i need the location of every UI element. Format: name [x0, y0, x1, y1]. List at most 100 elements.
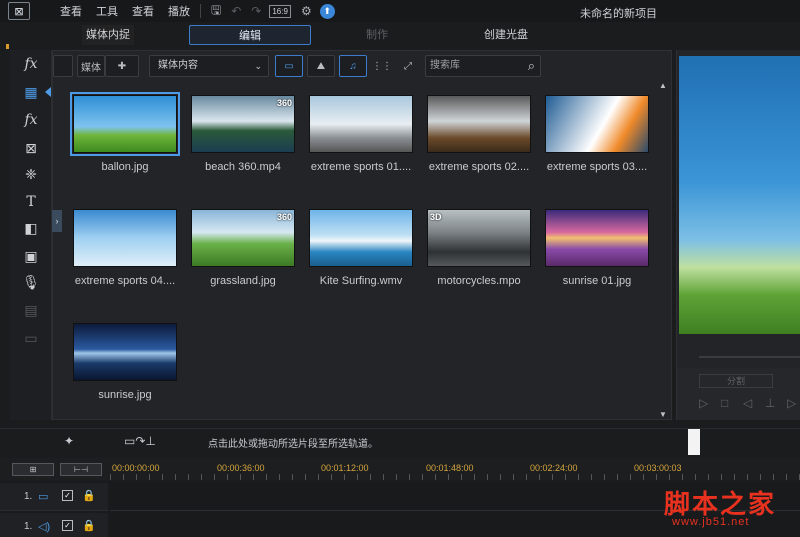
microphone-icon[interactable]: 🎙 [18, 272, 44, 292]
timecode-2: 00:01:12:00 [321, 463, 369, 473]
play-icon[interactable]: ▷ [699, 396, 708, 410]
pip-room-icon[interactable]: ⊠ [18, 138, 44, 158]
media-thumbnail[interactable] [73, 323, 177, 381]
media-item[interactable]: Kite Surfing.wmv [299, 201, 417, 301]
timecode-1: 00:00:36:00 [217, 463, 265, 473]
media-thumbnail[interactable]: 360 [191, 95, 295, 153]
media-item[interactable]: sunrise.jpg [63, 315, 181, 415]
media-thumbnail[interactable]: 360 [191, 209, 295, 267]
aspect-ratio-button[interactable]: 16:9 [269, 4, 291, 18]
media-thumbnail[interactable] [73, 209, 177, 267]
watermark-url: www.jb51.net [672, 516, 750, 528]
timeline-ruler[interactable]: ⊞ ⊢⊣ 00:00:00:00 00:00:36:00 00:01:12:00… [0, 458, 800, 480]
magic-tools-icon[interactable]: ✦ [64, 434, 74, 448]
menu-view-2[interactable]: 查看 [132, 3, 154, 19]
media-filter-button[interactable]: 媒体 [77, 55, 105, 77]
search-icon[interactable]: ⌕ [528, 56, 535, 76]
menu-tools[interactable]: 工具 [96, 3, 118, 19]
scroll-up-icon[interactable]: ▲ [659, 81, 667, 90]
media-thumbnail[interactable] [545, 209, 649, 267]
audio-mixing-icon[interactable]: ▣ [18, 246, 44, 266]
split-button[interactable]: 分割 [699, 374, 773, 388]
video-track-header[interactable]: 1. ▭ ✓ 🔒 [0, 483, 108, 511]
media-label: Kite Surfing.wmv [319, 275, 403, 287]
upgrade-icon[interactable]: ⬆ [319, 3, 335, 19]
library-scrollbar[interactable]: ▲ ▼ [659, 81, 667, 419]
media-library: 媒体 ✚ 媒体内容 ⌄ ▭ ⛰ ♫ ⋮⋮ ⤢ 搜索库 ⌕ ballon.jpg 3… [52, 50, 672, 420]
gear-icon[interactable]: ⚙ [301, 4, 312, 18]
next-frame-icon[interactable]: ▷ [787, 396, 796, 410]
media-item[interactable]: 3D motorcycles.mpo [417, 201, 535, 301]
library-search-input[interactable]: 搜索库 ⌕ [425, 55, 541, 77]
audio-track-header[interactable]: 1. ◁) ✓ 🔒 [0, 513, 108, 537]
lock-icon[interactable]: 🔒 [82, 489, 96, 502]
menu-view[interactable]: 查看 [60, 3, 82, 19]
library-left-button[interactable] [53, 55, 73, 77]
cursor-marker [688, 429, 700, 455]
subtitle-room-icon[interactable]: ▭ [18, 328, 44, 348]
save-icon[interactable]: 🖫 [211, 1, 221, 22]
undo-icon[interactable]: ↶ [231, 4, 241, 18]
tab-capture[interactable]: 媒体内捉 [82, 25, 134, 45]
image-filter-icon[interactable]: ⛰ [307, 55, 335, 77]
media-thumbnail[interactable]: 3D [427, 209, 531, 267]
media-room-icon[interactable]: ▦ [18, 82, 44, 102]
media-item[interactable]: extreme sports 04.... [63, 201, 181, 301]
media-label: extreme sports 01.... [310, 161, 412, 173]
video-filter-icon[interactable]: ▭ [275, 55, 303, 77]
menubar: ⊠ 查看 工具 查看 播放 🖫 ↶ ↷ 16:9 ⚙ ⬆ 未命名的新项目 [0, 0, 800, 22]
title-room-icon[interactable]: T [18, 192, 44, 212]
media-thumbnail[interactable] [545, 95, 649, 153]
split-marker-icon[interactable]: ⊥ [765, 396, 775, 410]
menu-play[interactable]: 播放 [168, 3, 190, 19]
media-item[interactable]: extreme sports 02.... [417, 87, 535, 187]
timecode-3: 00:01:48:00 [426, 463, 474, 473]
chapter-room-icon[interactable]: ▤ [18, 300, 44, 320]
track-enable-checkbox[interactable]: ✓ [62, 490, 73, 501]
fx-room-icon[interactable]: fx [18, 54, 44, 74]
media-label: motorcycles.mpo [437, 275, 521, 287]
particle-room-icon[interactable]: ❈ [18, 164, 44, 184]
ruler-ticks [110, 474, 800, 480]
content-type-select[interactable]: 媒体内容 ⌄ [149, 55, 269, 77]
import-plugin-icon[interactable]: ✚ [105, 55, 139, 77]
media-item[interactable]: extreme sports 01.... [299, 87, 417, 187]
audio-track-icon: ◁) [38, 521, 51, 533]
track-enable-checkbox[interactable]: ✓ [62, 520, 73, 531]
audio-filter-icon[interactable]: ♫ [339, 55, 367, 77]
redo-icon[interactable]: ↷ [251, 4, 261, 18]
media-thumbnail[interactable] [70, 92, 180, 156]
media-item[interactable]: ballon.jpg [63, 87, 181, 187]
media-item[interactable]: 360 beach 360.mp4 [181, 87, 299, 187]
expand-panel-button[interactable]: › [52, 210, 62, 232]
track-manager-icon[interactable]: ⊞ [12, 463, 54, 476]
media-badge: 360 [276, 212, 292, 222]
expand-icon[interactable]: ⤢ [397, 55, 419, 77]
tab-produce[interactable]: 制作 [352, 25, 402, 45]
grid-view-icon[interactable]: ⋮⋮ [371, 55, 393, 77]
media-badge: 3D [430, 212, 442, 222]
previous-frame-icon[interactable]: ◁ [743, 396, 752, 410]
tab-edit[interactable]: 编辑 [189, 25, 311, 45]
media-label: sunrise 01.jpg [562, 275, 632, 287]
track-number: 1. [24, 491, 33, 502]
lock-icon[interactable]: 🔒 [82, 519, 96, 532]
media-label: sunrise.jpg [98, 389, 152, 401]
preview-image [679, 56, 800, 334]
media-thumbnail[interactable] [309, 209, 413, 267]
media-item[interactable]: sunrise 01.jpg [535, 201, 653, 301]
app-logo-icon[interactable]: ⊠ [8, 2, 30, 20]
fx-plugin-icon[interactable]: fx [18, 110, 44, 130]
fit-timeline-icon[interactable]: ⊢⊣ [60, 463, 102, 476]
tab-create-disc[interactable]: 创建光盘 [476, 25, 536, 45]
transition-room-icon[interactable]: ◧ [18, 218, 44, 238]
stop-icon[interactable]: □ [721, 396, 728, 410]
media-thumbnail[interactable] [427, 95, 531, 153]
scroll-down-icon[interactable]: ▼ [659, 410, 667, 419]
media-item[interactable]: 360 grassland.jpg [181, 201, 299, 301]
media-item[interactable]: extreme sports 03.... [535, 87, 653, 187]
preview-scrubber[interactable] [699, 356, 800, 358]
storyboard-toggle-icon[interactable]: ▭↷⊥ [124, 434, 156, 448]
media-thumbnail[interactable] [309, 95, 413, 153]
search-placeholder: 搜索库 [430, 60, 460, 71]
